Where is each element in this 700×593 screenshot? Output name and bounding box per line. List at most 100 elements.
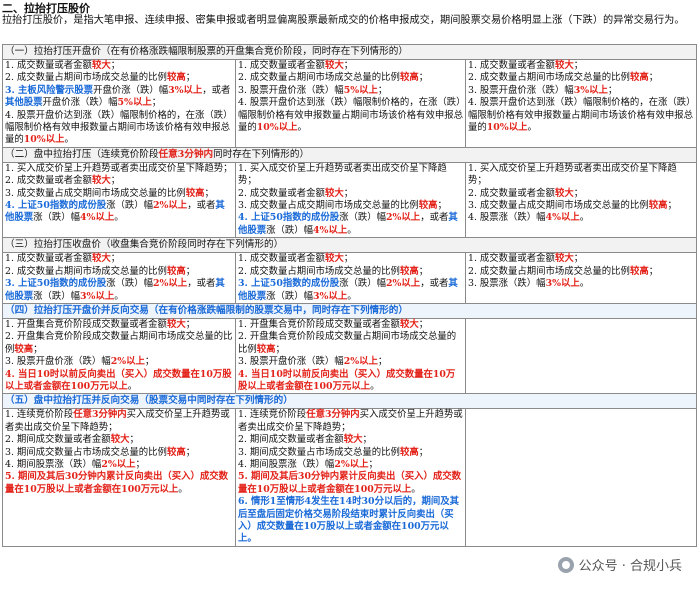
text-run: 3. 成交数量占成交期间市场成交总量的比例 <box>5 187 186 199</box>
text-run: ； <box>667 200 677 212</box>
section-title: （一）拉抬打压开盘价（在有价格涨跌幅限制股票的开盘集合竞价阶段，同时存在下列情形… <box>1 44 698 60</box>
text-run: 。 <box>347 290 357 302</box>
text-run: 2%以上 <box>343 356 378 368</box>
rule-line: 1. 成交数量或者金额较大； <box>468 253 694 265</box>
text-run: 较大 <box>166 318 186 330</box>
text-run: 较大 <box>91 175 111 187</box>
text-run: 3. 成交数量占成交期间市场成交总量的比例 <box>468 200 649 212</box>
text-run: 较高 <box>166 265 186 277</box>
rule-line: 3. 股票开盘价涨（跌）幅5%以上； <box>238 85 463 97</box>
text-run: 较大 <box>343 434 363 446</box>
rule-cell: 1. 连续竞价阶段任意3分钟内买入成交价呈上升趋势或者卖出成交价呈下降趋势； 2.… <box>2 408 236 547</box>
text-run: ； <box>573 60 584 71</box>
section-header-row: （五）盘中拉抬打压并反向交易（股票交易中同时存在下列情形的） <box>1 393 698 410</box>
text-run: ； <box>362 434 372 446</box>
text-run: 4. 上证50指数的成份股 <box>5 200 107 212</box>
text-run: 3%以上 <box>80 290 115 302</box>
rule-line: 4. 股票涨（跌）幅4%以上。 <box>468 212 694 224</box>
text-run: ； <box>418 446 429 458</box>
text-run: 4. 当日10时以前反向卖出（买入）成交数量在10万股以上或者金额在100万元以… <box>238 368 456 392</box>
text-run: 3%以上 <box>168 84 203 96</box>
text-run: （二）盘中拉抬打压（连续竞价阶段 <box>5 148 159 160</box>
text-run: ； <box>185 446 196 458</box>
rule-line: 3. 股票涨（跌）幅3%以上。 <box>468 278 694 290</box>
section-title: （四）拉抬打压开盘价并反向交易（在有价格涨跌幅限制的股票交易中，同时存在下列情形… <box>1 302 698 319</box>
text-run: 涨（跌）幅 <box>266 224 314 236</box>
text-run: 2. 成交数量占期间市场成交总量的比例 <box>5 72 167 84</box>
text-run: 较高 <box>256 343 276 355</box>
rules-table-body: （一）拉抬打压开盘价（在有价格涨跌幅限制股票的开盘集合竞价阶段，同时存在下列情形… <box>1 44 698 547</box>
text-run: 1. 成交数量或者金额 <box>468 60 555 71</box>
text-run: 其他股票 <box>5 97 43 109</box>
rule-cell: 1. 成交数量或者金额较大； 2. 成交数量占期间市场成交总量的比例较高； 3. 上… <box>2 252 236 304</box>
text-run: 1. 买入成交价呈上升趋势或者卖出成交价呈下降趋势； <box>238 162 447 187</box>
text-run: 较高 <box>648 200 668 212</box>
text-run: ； <box>648 265 659 277</box>
watermark: 公众号 · 合规小兵 <box>553 554 686 575</box>
intro-paragraph: 拉抬打压股价，是指大笔申报、连续申报、密集申报或者明显偏离股票最新成交的价格申报… <box>2 15 685 26</box>
text-run: 6. 情形1至情形4发生在14时30分以后的，期间及其后至盘后固定价格交易阶段结… <box>238 496 459 545</box>
text-run: 1. 成交数量或者金额 <box>5 253 92 265</box>
text-run: 。 <box>579 278 590 290</box>
text-run: ； <box>110 253 121 265</box>
text-run: ； <box>129 434 139 446</box>
text-run: ； <box>377 356 388 368</box>
text-run: 2. 成交数量占期间市场成交总量的比例 <box>468 72 630 84</box>
text-run: 任意3分钟内 <box>306 409 360 421</box>
rule-line: 4. 当日10时以前反向卖出（买入）成交数量在10万股以上或者金额在100万元以… <box>5 369 233 394</box>
text-run: 较大 <box>554 60 574 71</box>
rule-cell: 1. 成交数量或者金额较大； 2. 成交数量占期间市场成交总量的比例较高； 3. 上… <box>235 252 466 304</box>
text-run: 1. 成交数量或者金额 <box>468 253 555 265</box>
rule-line: 2. 成交数量占期间市场成交总量的比例较高； <box>468 266 694 278</box>
rule-line: 3. 股票开盘价涨（跌）幅2%以上； <box>5 356 233 368</box>
text-run: 任意3分钟内 <box>73 409 127 421</box>
rule-cell: 1. 开盘集合竞价阶段成交数量或者金额较大； 2. 开盘集合竞价阶段成交数量占期间… <box>235 317 466 395</box>
text-run: 3. 主板风险警示股票 <box>5 84 94 96</box>
text-run: 较大 <box>91 60 111 71</box>
rule-line: 3. 成交数量占成交期间市场成交总量的比例较高； <box>5 188 233 200</box>
text-run: ； <box>343 253 354 265</box>
table-row: 1. 成交数量或者金额较大； 2. 成交数量占期间市场成交总量的比例较高； 3. 上… <box>2 252 698 304</box>
text-run: 较大 <box>324 187 344 199</box>
rule-line: 2. 期间成交数量或者金额较大； <box>238 434 463 446</box>
rule-line: 3. 上证50指数的成份股涨（跌）幅2%以上，或者其他股票涨（跌）幅3%以上。 <box>5 278 233 303</box>
text-run: 3. 股票涨（跌）幅 <box>468 278 546 290</box>
text-run: 2%以上 <box>386 212 421 224</box>
text-run: 4. 上证50指数的成份股 <box>238 212 340 224</box>
text-run: 较高 <box>166 72 186 84</box>
text-run: 1. 买入成交价呈上升趋势或者卖出成交价呈下降趋势； <box>468 162 677 187</box>
text-run: 2%以上 <box>386 278 421 290</box>
text-run: ，或者 <box>420 212 449 224</box>
table-row: 1. 开盘集合竞价阶段成交数量或者金额较大； 2. 开盘集合竞价阶段成交数量占期间… <box>2 317 698 395</box>
text-run: ； <box>135 458 145 470</box>
text-run: 3%以上 <box>313 290 348 302</box>
text-run: 2%以上 <box>110 356 145 368</box>
rule-line: 4. 期间股票涨（跌）幅2%以上； <box>5 459 233 471</box>
text-run: 1. 连续竞价阶段 <box>5 409 74 421</box>
text-run: 较大 <box>554 187 574 199</box>
text-run: 。 <box>527 122 537 134</box>
text-run: 3. 成交数量占成交期间市场成交总量的比例 <box>238 200 419 212</box>
text-run: 3. 股票开盘价涨（跌）幅 <box>5 356 111 368</box>
text-run: 10%以上 <box>23 134 65 146</box>
text-run: 较大 <box>554 253 574 265</box>
text-run: 4%以上 <box>545 212 580 224</box>
section-header-row: （一）拉抬打压开盘价（在有价格涨跌幅限制股票的开盘集合竞价阶段，同时存在下列情形… <box>1 44 698 60</box>
rule-line: 1. 买入成交价呈上升趋势或者卖出成交价呈下降趋势； <box>468 163 694 188</box>
rule-line: 3. 期间成交数量占市场成交总量的比例较高； <box>238 447 463 459</box>
rule-cell: 1. 开盘集合竞价阶段成交数量或者金额较大； 2. 开盘集合竞价阶段成交数量占期间… <box>2 317 236 395</box>
rule-line: 2. 成交数量占期间市场成交总量的比例较高； <box>5 266 233 278</box>
text-run: 2. 成交数量占期间市场成交总量的比例 <box>468 265 630 277</box>
text-run: 2. 成交数量占期间市场成交总量的比例 <box>238 72 400 84</box>
text-run: ； <box>33 343 43 355</box>
text-run: 1. 成交数量或者金额 <box>238 253 325 265</box>
text-run: 。 <box>127 380 138 392</box>
text-run: 较高 <box>399 72 419 84</box>
text-run: 2. 成交数量或者金额 <box>5 175 92 187</box>
rule-cell: 1. 买入成交价呈上升趋势或者卖出成交价呈下降趋势； 2. 成交数量或者金额较大；… <box>235 161 466 239</box>
text-run: 4. 股票涨（跌）幅 <box>468 212 546 224</box>
text-run: ； <box>110 175 121 187</box>
rule-line: 3. 股票开盘价涨（跌）幅2%以上； <box>238 356 463 368</box>
text-run: 4%以上 <box>80 212 115 224</box>
text-run: 2. 成交数量占期间市场成交总量的比例 <box>238 265 400 277</box>
